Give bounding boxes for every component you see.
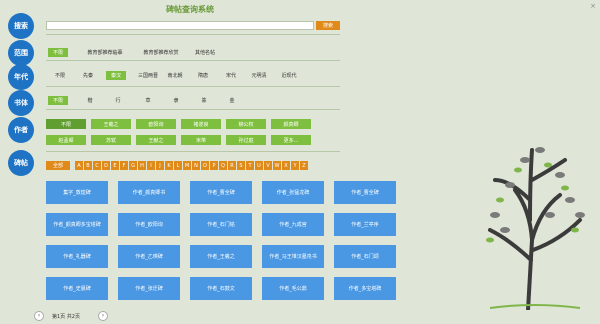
font-option[interactable]: 不限 [48,96,68,105]
era-option[interactable]: 近现代 [278,71,300,80]
author-option[interactable]: 王献之 [136,135,176,145]
tree-illustration [486,147,585,310]
font-option[interactable]: 隶 [170,96,182,105]
page-indicator: 第1页 共2页 [52,314,80,320]
tablet-card[interactable]: 作者_礼器碑 [46,245,108,268]
era-option[interactable]: 不限 [52,71,68,80]
author-option[interactable]: 更多... [271,135,311,145]
font-option[interactable]: 草 [142,96,154,105]
letter-filter[interactable]: B [84,161,92,170]
letter-filter[interactable]: P [210,161,218,170]
tablet-card[interactable]: 作者_石门铭 [190,213,252,236]
tablet-card[interactable]: 作者_张迁碑 [118,277,180,300]
scope-option[interactable]: 不限 [48,48,68,57]
era-option[interactable]: 南北朝 [164,71,186,80]
letter-filter[interactable]: X [282,161,290,170]
letter-filter[interactable]: U [255,161,263,170]
author-option[interactable]: 赵孟頫 [46,135,86,145]
letter-filter[interactable]: I [147,161,155,170]
letter-filter[interactable]: W [273,161,281,170]
search-input[interactable] [46,21,314,30]
tablet-card[interactable]: 作者_张猛龙碑 [262,181,324,204]
author-option[interactable]: 王羲之 [91,119,131,129]
letter-filter[interactable]: N [192,161,200,170]
letter-filter[interactable]: K [165,161,173,170]
era-option[interactable]: 先秦 [80,71,96,80]
font-option[interactable]: 金 [226,96,238,105]
author-option[interactable]: 柳公权 [226,119,266,129]
tablet-card[interactable]: 作者_曹全碑 [190,181,252,204]
letter-filter[interactable]: V [264,161,272,170]
tablet-card[interactable]: 作者_毛公鼎 [262,277,324,300]
letter-filter[interactable]: Q [219,161,227,170]
letter-filter[interactable]: Z [300,161,308,170]
next-page-icon[interactable]: › [98,311,108,321]
era-option[interactable]: 三国两晋 [134,71,162,80]
font-option[interactable]: 行 [112,96,124,105]
letter-filter[interactable]: H [138,161,146,170]
section-font: 书体 [8,90,34,116]
letter-filter[interactable]: C [93,161,101,170]
letter-filter[interactable]: R [228,161,236,170]
letter-filter[interactable]: S [237,161,245,170]
author-option[interactable]: 米芾 [181,135,221,145]
author-option[interactable]: 苏轼 [91,135,131,145]
section-tablet: 碑帖 [8,150,34,176]
tablet-card[interactable]: 作者_王羲之 [190,245,252,268]
author-option[interactable]: 褚遂良 [181,119,221,129]
author-option[interactable]: 欧阳询 [136,119,176,129]
tablet-card[interactable]: 作者_史晨碑 [46,277,108,300]
scope-option[interactable]: 其他名帖 [190,48,220,57]
page-title: 碑帖查询系统 [166,5,214,14]
tablet-card[interactable]: 作者_乙瑛碑 [118,245,180,268]
author-option[interactable]: 孙过庭 [226,135,266,145]
tablet-card[interactable]: 作者_兰亭序 [334,213,396,236]
section-author: 作者 [8,117,34,143]
tablet-card[interactable]: 作者_曹全碑 [334,181,396,204]
section-search: 搜索 [8,13,34,39]
prev-page-icon[interactable]: ‹ [34,311,44,321]
letter-filter[interactable]: T [246,161,254,170]
letter-filter[interactable]: G [129,161,137,170]
era-option[interactable]: 隋唐 [194,71,212,80]
tablet-card[interactable]: 作者_九成宫 [262,213,324,236]
section-era: 年代 [8,64,34,90]
letter-filter[interactable]: F [120,161,128,170]
close-icon[interactable]: × [590,2,596,10]
font-option[interactable]: 楷 [84,96,96,105]
letter-filter[interactable]: M [183,161,191,170]
letter-filter[interactable]: E [111,161,119,170]
tablet-card[interactable]: 作者_欧阳询 [118,213,180,236]
section-scope: 范围 [8,40,34,66]
tablet-card[interactable]: 作者_石门颂 [334,245,396,268]
letter-filter[interactable]: Y [291,161,299,170]
era-option[interactable]: 元明清 [248,71,270,80]
letter-filter[interactable]: D [102,161,110,170]
search-button[interactable]: 搜索 [316,21,340,30]
letter-filter[interactable]: A [75,161,83,170]
scope-option[interactable]: 教育部推荐临摹 [78,48,132,57]
author-option[interactable]: 颜真卿 [271,119,311,129]
author-option[interactable]: 不限 [46,119,86,129]
letter-filter[interactable]: O [201,161,209,170]
tablet-card[interactable]: 作者_颜真卿多宝塔碑 [46,213,108,236]
tablet-card[interactable]: 作者_颜真卿书 [118,181,180,204]
letter-filter[interactable]: J [156,161,164,170]
tablet-card[interactable]: 作者_多宝塔碑 [334,277,396,300]
letter-filter-all[interactable]: 全部 [46,161,70,170]
era-option[interactable]: 秦汉 [106,71,126,80]
era-option[interactable]: 宋代 [222,71,240,80]
tablet-card[interactable]: 集字_敦煌碑 [46,181,108,204]
font-option[interactable]: 篆 [198,96,210,105]
tablet-card[interactable]: 作者_石鼓文 [190,277,252,300]
tablet-card[interactable]: 作者_马王堆汉墓帛书 [262,245,324,268]
letter-filter[interactable]: L [174,161,182,170]
scope-option[interactable]: 教育部推荐欣赏 [134,48,188,57]
